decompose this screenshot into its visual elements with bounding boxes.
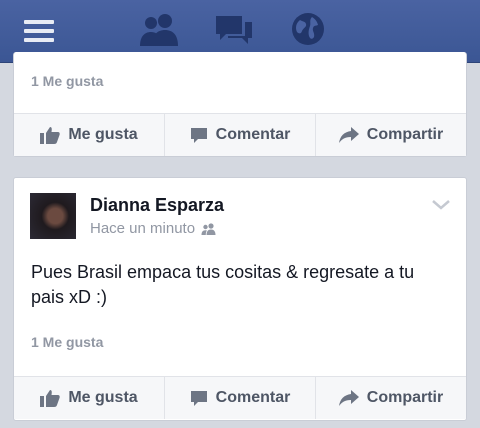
share-label: Compartir — [366, 389, 444, 406]
like-count[interactable]: 1 Me gusta — [31, 334, 103, 350]
like-count[interactable]: 1 Me gusta — [31, 73, 103, 89]
like-label: Me gusta — [68, 126, 138, 143]
thumbs-up-icon — [40, 390, 61, 407]
chevron-down-icon[interactable] — [432, 200, 450, 210]
comment-icon — [190, 128, 207, 143]
notifications-globe-icon[interactable] — [291, 12, 325, 46]
like-label: Me gusta — [68, 389, 138, 406]
comment-label: Comentar — [215, 389, 291, 406]
post-card-2: Dianna Esparza Hace un minuto Pues Brasi… — [13, 177, 467, 421]
author-name[interactable]: Dianna Esparza — [90, 195, 224, 216]
share-arrow-icon — [338, 390, 359, 406]
comment-label: Comentar — [215, 126, 291, 143]
comment-button[interactable]: Comentar — [165, 377, 316, 419]
messages-icon[interactable] — [214, 14, 254, 46]
comment-icon — [190, 391, 207, 406]
share-label: Compartir — [366, 126, 444, 143]
menu-icon[interactable] — [24, 20, 54, 42]
share-button[interactable]: Compartir — [316, 377, 466, 419]
post-actions: Me gusta Comentar Compartir — [14, 113, 466, 156]
friends-icon[interactable] — [138, 12, 180, 46]
post-text: Pues Brasil empaca tus cositas & regresa… — [31, 262, 415, 307]
like-button[interactable]: Me gusta — [14, 114, 165, 156]
avatar[interactable] — [30, 193, 76, 239]
share-button[interactable]: Compartir — [316, 114, 466, 156]
timestamp-text: Hace un minuto — [90, 220, 196, 237]
thumbs-up-icon — [40, 127, 61, 144]
share-arrow-icon — [338, 127, 359, 143]
post-actions: Me gusta Comentar Compartir — [14, 376, 466, 419]
like-button[interactable]: Me gusta — [14, 377, 165, 419]
post-timestamp[interactable]: Hace un minuto — [90, 220, 217, 237]
friends-privacy-icon — [201, 222, 216, 235]
post-card-1: 1 Me gusta Me gusta Comentar Compartir — [13, 52, 467, 157]
comment-button[interactable]: Comentar — [165, 114, 316, 156]
